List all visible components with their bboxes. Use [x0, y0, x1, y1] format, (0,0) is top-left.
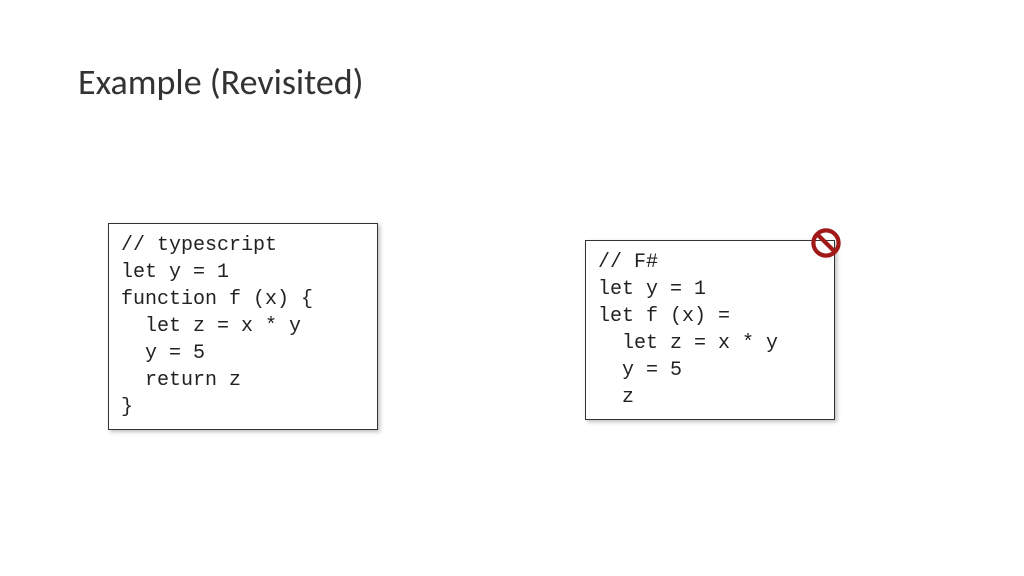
code-block-fsharp: // F# let y = 1 let f (x) = let z = x * … — [585, 240, 835, 420]
code-block-typescript: // typescript let y = 1 function f (x) {… — [108, 223, 378, 430]
prohibited-icon — [811, 228, 841, 258]
slide-title: Example (Revisited) — [78, 60, 364, 104]
